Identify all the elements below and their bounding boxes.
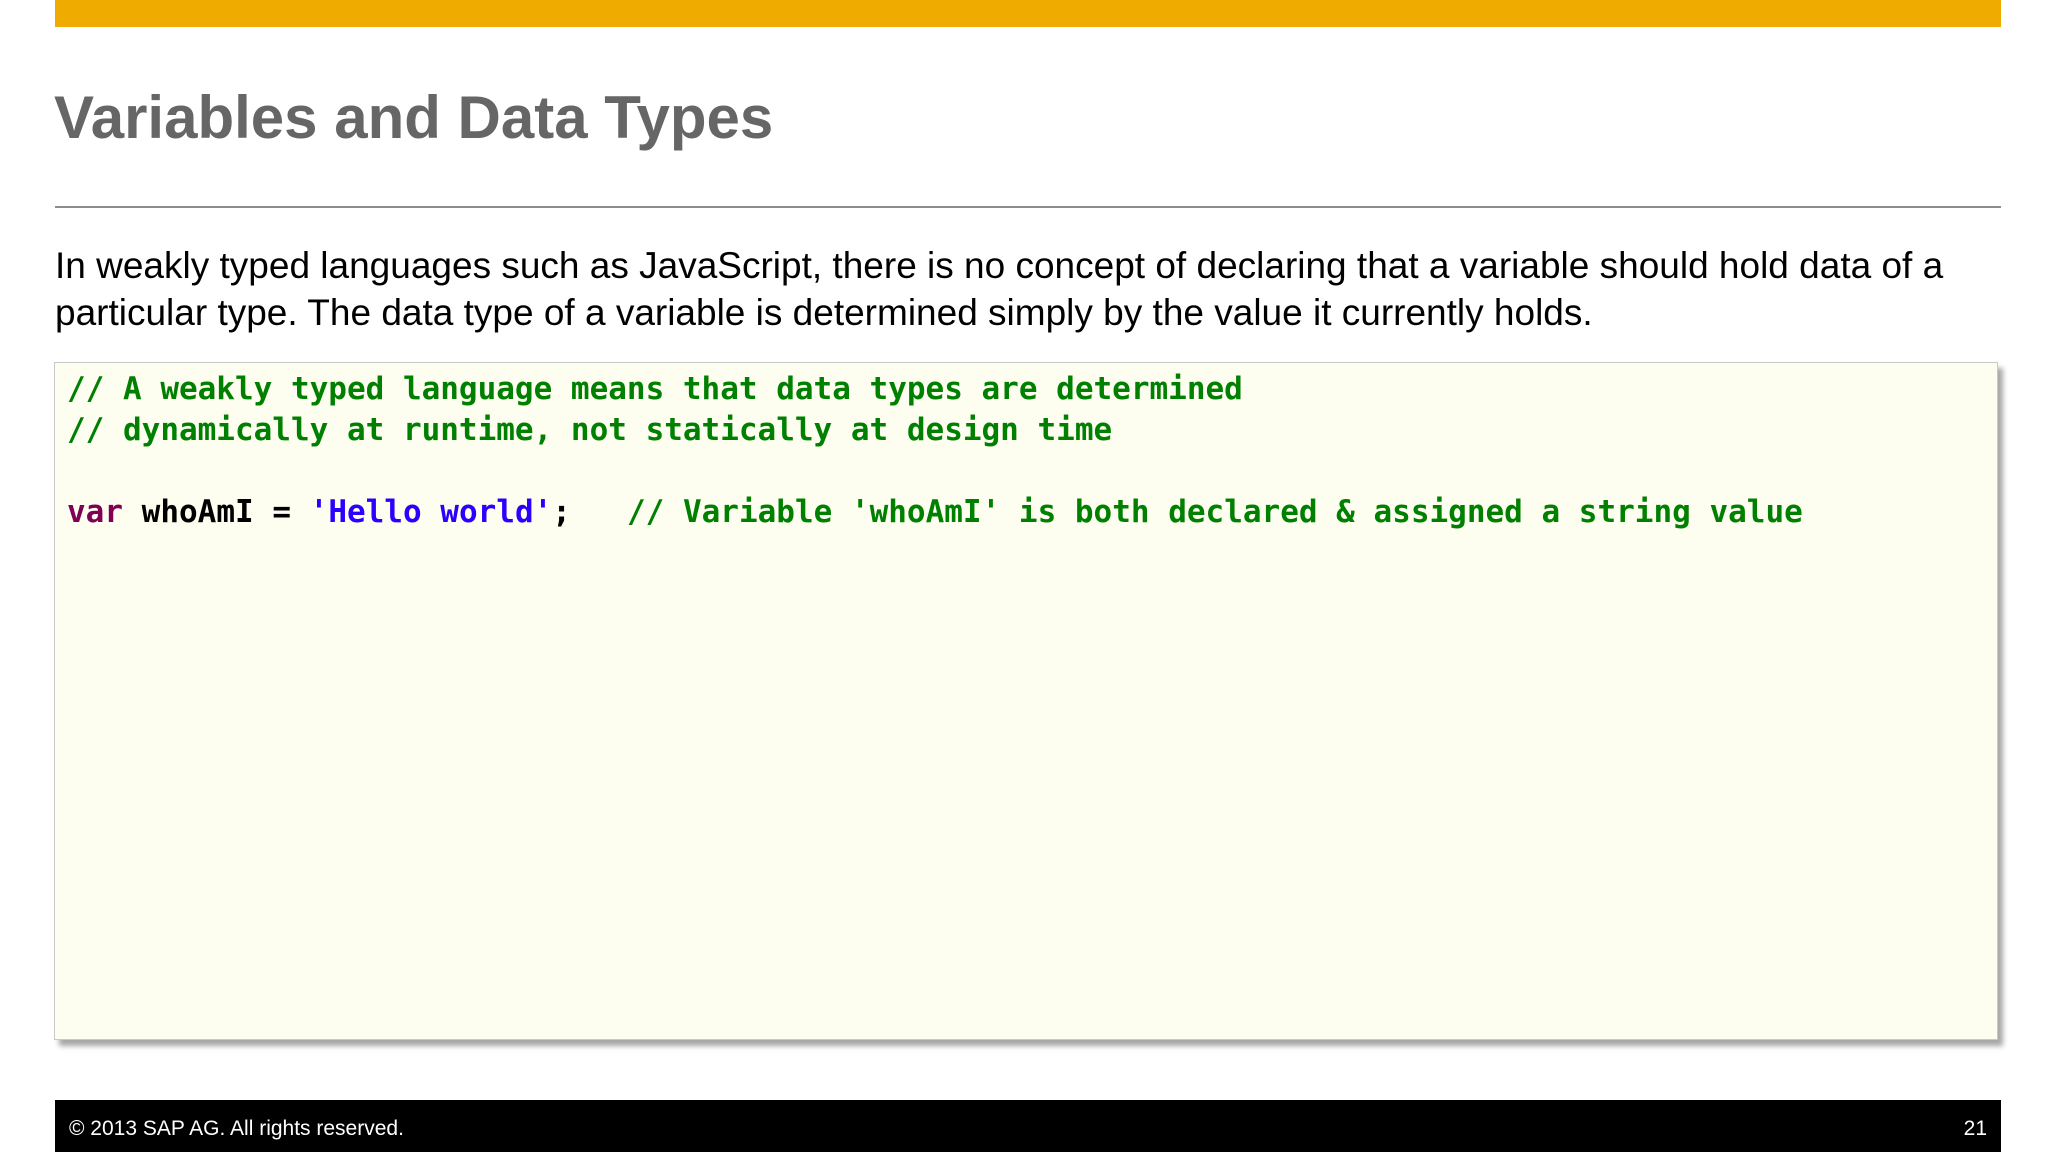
code-keyword-var: var (67, 494, 123, 530)
accent-top-bar (55, 0, 2001, 27)
code-comment-line-2: // dynamically at runtime, not staticall… (67, 412, 1113, 448)
slide-title: Variables and Data Types (54, 84, 774, 151)
title-divider (55, 206, 2001, 208)
code-sample-box: // A weakly typed language means that da… (54, 362, 1998, 1040)
footer-bar: © 2013 SAP AG. All rights reserved. 21 (55, 1100, 2001, 1152)
code-assign-operator: = (253, 494, 310, 530)
code-comment-line-1: // A weakly typed language means that da… (67, 371, 1243, 407)
code-statement-line: var whoAmI = 'Hello world'; // Variable … (67, 492, 1803, 533)
page-number: 21 (1963, 1117, 1987, 1140)
copyright-text: © 2013 SAP AG. All rights reserved. (69, 1117, 404, 1140)
code-string-literal: 'Hello world' (309, 494, 553, 530)
code-trailing-comment: // Variable 'whoAmI' is both declared & … (626, 494, 1803, 530)
body-paragraph: In weakly typed languages such as JavaSc… (55, 245, 1944, 333)
code-terminator: ; (552, 494, 571, 530)
code-block: // A weakly typed language means that da… (67, 369, 1803, 533)
code-identifier: whoAmI (141, 494, 254, 530)
